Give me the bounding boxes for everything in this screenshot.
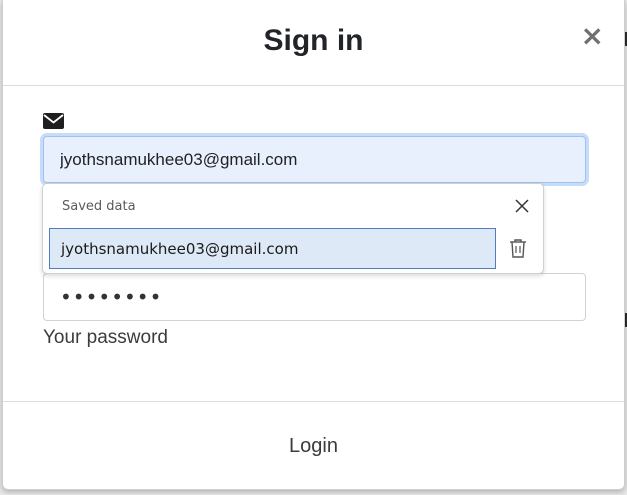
close-icon[interactable] bbox=[515, 199, 529, 213]
dialog-title: Sign in bbox=[263, 24, 364, 57]
trash-icon[interactable] bbox=[509, 238, 527, 258]
autofill-entry[interactable]: jyothsnamukhee03@gmail.com bbox=[49, 228, 496, 269]
dialog-header: Sign in × bbox=[3, 0, 624, 86]
autofill-dropdown: Saved data jyothsnamukhee03@gmail.com bbox=[42, 183, 544, 274]
autofill-title: Saved data bbox=[62, 199, 136, 214]
password-input[interactable] bbox=[43, 273, 586, 321]
close-button[interactable]: × bbox=[581, 22, 604, 50]
dialog-footer: Login bbox=[3, 401, 624, 490]
login-button[interactable]: Login bbox=[3, 435, 624, 458]
password-label: Your password bbox=[43, 327, 168, 348]
envelope-icon bbox=[43, 113, 64, 129]
email-input[interactable] bbox=[43, 136, 586, 183]
